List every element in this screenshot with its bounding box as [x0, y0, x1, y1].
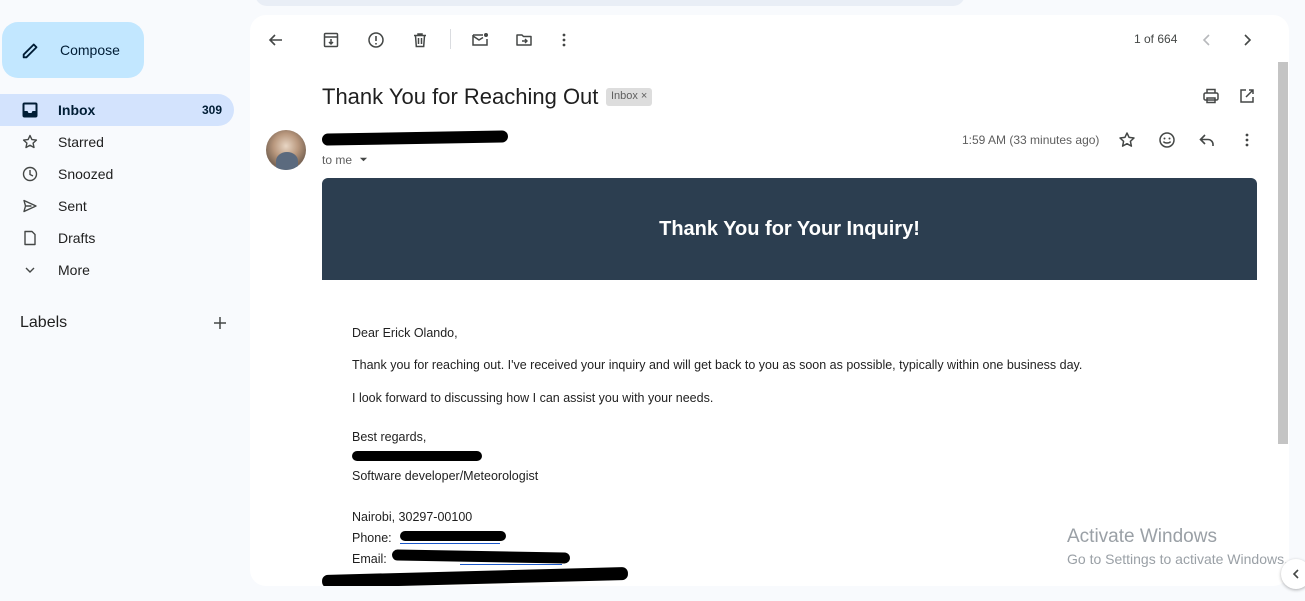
signature-email-label: Email: — [352, 552, 387, 566]
smiley-icon — [1159, 132, 1175, 148]
inbox-icon — [22, 102, 38, 118]
print-button[interactable] — [1197, 83, 1225, 109]
email-subject: Thank You for Reaching Out — [322, 84, 599, 109]
email-link-underline[interactable] — [460, 564, 562, 565]
star-button[interactable] — [1113, 127, 1141, 153]
activation-watermark-title: Activate Windows — [1067, 526, 1217, 547]
compose-button[interactable]: Compose — [2, 22, 144, 78]
redacted-signature-name — [352, 451, 482, 461]
message-toolbar: 1 of 664 — [250, 15, 1289, 63]
chevron-left-icon — [1292, 569, 1299, 579]
chip-label: Inbox — [611, 90, 638, 102]
emoji-reaction-button[interactable] — [1153, 127, 1181, 153]
sidebar-item-label: Snoozed — [58, 166, 114, 182]
plus-icon[interactable] — [212, 315, 228, 331]
archive-icon — [323, 32, 339, 48]
chip-remove[interactable]: × — [641, 90, 647, 102]
message-more-button[interactable] — [1233, 127, 1261, 153]
mark-unread-button[interactable] — [466, 27, 494, 53]
redacted-website — [321, 566, 629, 586]
send-icon — [23, 199, 37, 213]
banner-heading: Thank You for Your Inquiry! — [659, 217, 920, 240]
scrollbar-thumb[interactable] — [1278, 62, 1288, 444]
sidebar: Compose Inbox 309 Starred Snoozed Sent D… — [0, 0, 245, 601]
sidebar-item-drafts[interactable]: Drafts — [0, 222, 234, 254]
email-paragraph: Thank you for reaching out. I've receive… — [352, 358, 1083, 372]
email-paragraph: I look forward to discussing how I can a… — [352, 391, 714, 405]
sidebar-item-label: Sent — [58, 198, 87, 214]
compose-label: Compose — [60, 42, 120, 58]
sidebar-item-starred[interactable]: Starred — [0, 126, 234, 158]
message-panel: 1 of 664 Thank You for Reaching Out Inbo… — [250, 15, 1289, 586]
more-options-button[interactable] — [550, 27, 578, 53]
report-spam-button[interactable] — [362, 27, 390, 53]
email-closing: Best regards, — [352, 430, 427, 444]
inbox-count: 309 — [201, 103, 222, 117]
trash-icon — [414, 33, 426, 48]
recipient-line[interactable]: to me — [322, 153, 368, 167]
redacted-sender-address — [321, 130, 509, 146]
signature-address: Nairobi, 30297-00100 — [352, 510, 473, 524]
labels-title: Labels — [20, 314, 68, 331]
toolbar-divider — [450, 29, 451, 49]
sidebar-item-more[interactable]: More — [0, 254, 234, 286]
sidebar-item-label: More — [58, 262, 90, 278]
older-button[interactable] — [1233, 27, 1261, 53]
mail-dot-icon — [472, 33, 488, 46]
redacted-email — [391, 549, 571, 564]
printer-icon — [1203, 88, 1219, 104]
star-icon — [22, 134, 38, 149]
inbox-label-chip[interactable]: Inbox × — [606, 88, 653, 106]
archive-button[interactable] — [317, 27, 345, 53]
arrow-left-icon — [268, 34, 282, 46]
signature-phone-label: Phone: — [352, 531, 392, 545]
sidebar-item-sent[interactable]: Sent — [0, 190, 234, 222]
nav-list: Inbox 309 Starred Snoozed Sent Drafts Mo… — [0, 94, 234, 286]
chevron-left-icon — [1202, 34, 1210, 46]
side-panel-toggle[interactable] — [1281, 559, 1305, 589]
newer-button[interactable] — [1193, 27, 1221, 53]
move-to-button[interactable] — [510, 27, 538, 53]
sidebar-item-label: Inbox — [58, 102, 96, 118]
activation-watermark-subtitle: Go to Settings to activate Windows. — [1067, 551, 1288, 567]
open-new-window-button[interactable] — [1233, 83, 1261, 109]
redacted-phone — [400, 531, 506, 541]
more-vert-icon — [562, 33, 566, 47]
reply-button[interactable] — [1193, 127, 1221, 153]
email-banner: Thank You for Your Inquiry! — [322, 178, 1257, 280]
signature-role: Software developer/Meteorologist — [352, 469, 539, 483]
reply-icon — [1199, 134, 1214, 146]
chevron-right-icon — [1244, 34, 1252, 46]
folder-move-icon — [516, 34, 532, 46]
open-in-new-icon — [1240, 89, 1254, 103]
draft-icon — [24, 230, 36, 246]
pencil-icon — [22, 43, 38, 59]
sidebar-item-inbox[interactable]: Inbox 309 — [0, 94, 234, 126]
sidebar-item-snoozed[interactable]: Snoozed — [0, 158, 234, 190]
recipient-text: to me — [322, 153, 353, 167]
phone-link-underline[interactable] — [400, 543, 500, 544]
email-timestamp: 1:59 AM (33 minutes ago) — [962, 133, 1100, 147]
back-button[interactable] — [262, 27, 290, 53]
email-greeting: Dear Erick Olando, — [352, 326, 458, 340]
caret-down-icon — [360, 157, 368, 162]
star-icon — [1119, 132, 1135, 147]
pager-text: 1 of 664 — [1134, 32, 1178, 46]
more-vert-icon — [1245, 133, 1249, 147]
clock-icon — [22, 166, 38, 182]
sender-avatar[interactable] — [266, 130, 306, 170]
sidebar-item-label: Drafts — [58, 230, 96, 246]
search-bar-edge — [255, 0, 965, 6]
sidebar-item-label: Starred — [58, 134, 104, 150]
alert-icon — [368, 32, 384, 48]
chevron-down-icon — [25, 267, 35, 273]
labels-header: Labels — [20, 314, 228, 332]
delete-button[interactable] — [406, 27, 434, 53]
